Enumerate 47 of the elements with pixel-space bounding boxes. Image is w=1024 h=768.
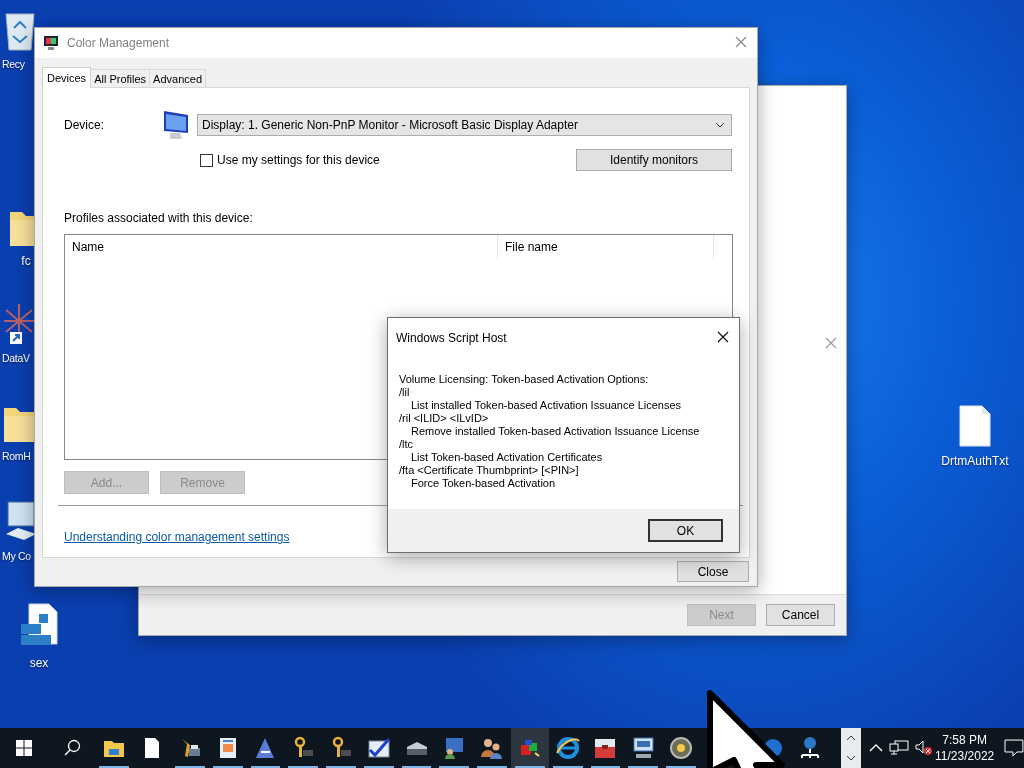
device-label: Device: (64, 118, 105, 132)
computer-icon (630, 735, 657, 761)
shortcut-icon (2, 302, 36, 346)
window-title: Color Management (67, 36, 171, 50)
close-button[interactable]: Close (677, 561, 749, 582)
orb-icon (668, 735, 695, 761)
device-dropdown[interactable]: Display: 1. Generic Non-PnP Monitor - Microsoft Basic Display Adapter (197, 114, 732, 136)
taskbar-scroll[interactable] (841, 728, 862, 768)
clock[interactable]: 7:58 PM 11/23/2022 (935, 732, 995, 764)
ok-button[interactable]: OK (648, 519, 723, 542)
cancel-button[interactable]: Cancel (766, 604, 835, 626)
identify-monitors-button[interactable]: Identify monitors (576, 149, 732, 171)
tab[interactable]: Advanced (149, 69, 207, 87)
column-header[interactable]: File name (498, 235, 714, 259)
mouse-cursor-icon (706, 690, 786, 768)
volume-muted-icon[interactable] (915, 740, 934, 756)
chevron-up-icon[interactable] (846, 735, 857, 741)
checkbox-label: Use my settings for this device (217, 153, 380, 167)
profiles-label: Profiles associated with this device: (64, 211, 254, 225)
message-text: Volume Licensing: Token-based Activation Options: /lil List installed Token-based Activation Issuance Licenses /ril <ILID> <ILvID> Remove installed Token-based Activation Issuance License /ltc List Token-based Activation Certificates /fta <Certificate Thumbprint> [<PIN>] Force Token-based Activation (399, 373, 701, 490)
windows-icon (15, 740, 32, 756)
desktop-icon-label[interactable]: DataV (2, 352, 30, 364)
file-icon (958, 404, 992, 448)
chevron-down-icon (715, 122, 725, 128)
desktop-icon-label[interactable]: DrtmAuthTxt (941, 454, 1009, 468)
search-icon (62, 739, 81, 757)
desktop-icon-label[interactable]: fc (21, 254, 31, 268)
desktop-icon-label[interactable]: Recy (2, 58, 25, 70)
tab[interactable]: Devices (42, 67, 92, 88)
desktop-icon-label[interactable]: My Co (2, 550, 31, 562)
close-icon (735, 35, 747, 48)
desktop-icon-label[interactable]: sex (29, 656, 49, 670)
checkmark-icon (365, 735, 392, 761)
taskbar-app[interactable] (511, 728, 549, 768)
desktop-icon-label[interactable]: RomH (2, 450, 31, 462)
close-icon (825, 337, 837, 349)
column-header[interactable]: Name (65, 235, 498, 259)
monitor-icon (43, 35, 59, 51)
close-icon (717, 330, 729, 343)
network-icon[interactable] (889, 740, 910, 756)
globe-ring-icon (554, 735, 581, 761)
checkbox[interactable] (200, 153, 213, 167)
window-title: Windows Script Host (396, 331, 507, 345)
help-link[interactable]: Understanding color management settings (64, 530, 290, 544)
chevron-down-icon[interactable] (846, 755, 857, 761)
notification-icon[interactable] (1004, 739, 1024, 757)
monitor-icon (162, 109, 190, 141)
